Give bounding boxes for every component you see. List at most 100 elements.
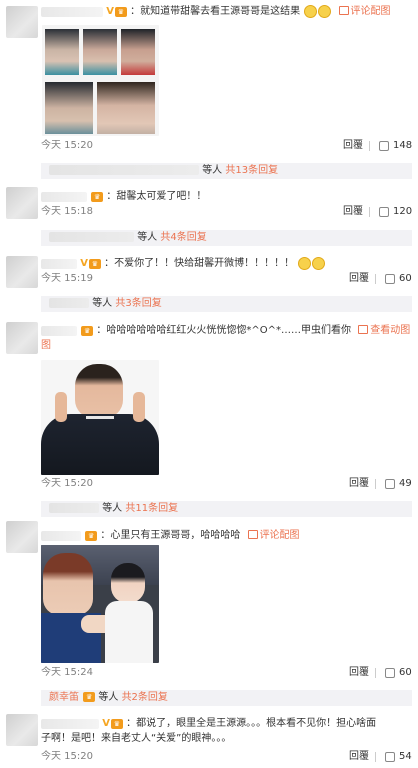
reply-user-name[interactable]: 颜幸笛 bbox=[49, 692, 79, 703]
divider bbox=[375, 668, 376, 678]
username[interactable] bbox=[41, 530, 81, 541]
username[interactable] bbox=[41, 718, 99, 729]
comment-image[interactable] bbox=[42, 25, 159, 136]
comment-meta: 今天 15:24 回覆 60 bbox=[41, 666, 412, 680]
username[interactable] bbox=[41, 191, 87, 202]
view-picture-link[interactable]: 评论配图 bbox=[338, 6, 391, 17]
comment-text: ：哈哈哈哈哈哈红红火火恍恍惚惚*^O^*……甲虫们看你 bbox=[96, 325, 352, 336]
avatar[interactable] bbox=[6, 714, 38, 746]
sub-replies-bar[interactable]: 颜幸笛 ♛ 等人 共2条回复 bbox=[41, 690, 412, 706]
timestamp: 今天 15:20 bbox=[41, 140, 93, 151]
crown-badge-icon: ♛ bbox=[110, 718, 123, 729]
comment-meta: 今天 15:18 回覆 120 bbox=[41, 205, 412, 219]
like-count: 60 bbox=[399, 273, 412, 284]
comment-body: ♛ ：哈哈哈哈哈哈红红火火恍恍惚惚*^O^*……甲虫们看你 查看动图 bbox=[41, 323, 412, 339]
divider bbox=[375, 274, 376, 284]
reply-button[interactable]: 回覆 bbox=[349, 477, 369, 491]
crown-badge-icon: ♛ bbox=[83, 692, 96, 702]
more-replies-link[interactable]: 共3条回复 bbox=[115, 298, 161, 309]
divider bbox=[375, 479, 376, 489]
comment-text: ：不爱你了！！快给甜馨开微博！！！！！ bbox=[104, 258, 295, 269]
comment-meta: 今天 15:20 回覆 49 bbox=[41, 477, 412, 491]
comment-meta: 今天 15:20 回覆 54 bbox=[41, 750, 412, 764]
picture-icon bbox=[247, 530, 258, 539]
thumbs-up-icon[interactable] bbox=[385, 668, 395, 678]
thumbs-up-icon[interactable] bbox=[379, 207, 389, 217]
sub-replies-bar[interactable]: 等人 共13条回复 bbox=[41, 163, 412, 179]
comment-body-wrap: 子啊！是吧！来自老丈人“关爱”的眼神。。。 bbox=[41, 731, 412, 747]
sub-replies-bar[interactable]: 等人 共11条回复 bbox=[41, 501, 412, 517]
comment-text: ：甜馨太可爱了吧！！ bbox=[106, 191, 207, 202]
more-replies-link[interactable]: 共11条回复 bbox=[125, 503, 178, 514]
sub-replies-bar[interactable]: 等人 共4条回复 bbox=[41, 230, 412, 246]
comment-meta: 今天 15:20 回覆 148 bbox=[41, 139, 412, 153]
sub-replies-prefix: 等人 bbox=[202, 165, 223, 176]
sub-replies-prefix: 等人 bbox=[137, 232, 158, 243]
emoji-icon bbox=[312, 257, 326, 270]
comment-body-wrap: 图 bbox=[41, 338, 412, 353]
reply-button[interactable]: 回覆 bbox=[349, 750, 369, 764]
sub-replies-bar[interactable]: 等人 共3条回复 bbox=[41, 296, 412, 312]
comment-text: ：都说了，眼里全是王源源。。。根本看不见你！担心啥面 bbox=[126, 718, 377, 729]
crown-badge-icon: ♛ bbox=[85, 530, 98, 541]
thumbs-up-icon[interactable] bbox=[379, 141, 389, 151]
crown-badge-icon: ♛ bbox=[81, 325, 94, 336]
sub-replies-prefix: 等人 bbox=[92, 298, 113, 309]
comment-text: ：心里只有王源哥哥，哈哈哈哈 bbox=[100, 530, 241, 541]
avatar[interactable] bbox=[6, 187, 38, 219]
username[interactable] bbox=[41, 325, 77, 336]
view-picture-link[interactable]: 评论配图 bbox=[247, 530, 300, 541]
timestamp: 今天 15:20 bbox=[41, 751, 93, 762]
view-gif-label-wrap[interactable]: 图 bbox=[41, 340, 51, 351]
emoji-icon bbox=[298, 257, 312, 270]
reply-users bbox=[49, 232, 134, 242]
like-count: 54 bbox=[399, 751, 412, 762]
avatar[interactable] bbox=[6, 256, 38, 288]
reply-users bbox=[49, 165, 199, 175]
view-gif-link[interactable]: 查看动图 bbox=[358, 325, 410, 336]
sub-replies-prefix: 等人 bbox=[98, 692, 119, 703]
v-vip-icon: V bbox=[106, 6, 114, 17]
avatar[interactable] bbox=[6, 521, 38, 553]
comment-meta: 今天 15:19 回覆 60 bbox=[41, 272, 412, 286]
emoji-icon bbox=[318, 5, 332, 18]
divider bbox=[369, 141, 370, 151]
avatar[interactable] bbox=[6, 322, 38, 354]
emoji-icon bbox=[304, 5, 318, 18]
more-replies-link[interactable]: 共2条回复 bbox=[122, 692, 168, 703]
timestamp: 今天 15:18 bbox=[41, 206, 93, 217]
reply-users bbox=[49, 298, 89, 308]
username[interactable] bbox=[41, 6, 103, 17]
comment-body: V ♛ ：都说了，眼里全是王源源。。。根本看不见你！担心啥面 bbox=[41, 716, 412, 732]
thumbs-up-icon[interactable] bbox=[385, 479, 395, 489]
divider bbox=[375, 752, 376, 762]
username[interactable] bbox=[41, 258, 77, 269]
more-replies-link[interactable]: 共4条回复 bbox=[160, 232, 206, 243]
thumbs-up-icon[interactable] bbox=[385, 274, 395, 284]
comment-body: V ♛ ：就知道带甜馨去看王源哥哥是这结果 评论配图 bbox=[41, 4, 412, 20]
comment-image[interactable] bbox=[41, 545, 159, 663]
reply-button[interactable]: 回覆 bbox=[343, 205, 363, 219]
comment-body: ♛ ：甜馨太可爱了吧！！ bbox=[41, 189, 412, 205]
divider bbox=[369, 207, 370, 217]
view-gif-label: 查看动图 bbox=[370, 325, 411, 336]
picture-icon bbox=[338, 6, 349, 15]
view-picture-label: 评论配图 bbox=[350, 6, 391, 17]
crown-badge-icon: ♛ bbox=[91, 191, 104, 202]
reply-button[interactable]: 回覆 bbox=[349, 272, 369, 286]
reply-button[interactable]: 回覆 bbox=[343, 139, 363, 153]
view-picture-label: 评论配图 bbox=[259, 530, 300, 541]
sub-replies-prefix: 等人 bbox=[102, 503, 123, 514]
reply-users bbox=[49, 503, 99, 513]
more-replies-link[interactable]: 共13条回复 bbox=[225, 165, 278, 176]
timestamp: 今天 15:19 bbox=[41, 273, 93, 284]
v-vip-icon: V bbox=[80, 258, 88, 269]
like-count: 49 bbox=[399, 478, 412, 489]
avatar[interactable] bbox=[6, 6, 38, 38]
picture-icon bbox=[358, 325, 369, 334]
reply-button[interactable]: 回覆 bbox=[349, 666, 369, 680]
comment-text: ：就知道带甜馨去看王源哥哥是这结果 bbox=[130, 6, 301, 17]
thumbs-up-icon[interactable] bbox=[385, 752, 395, 762]
timestamp: 今天 15:24 bbox=[41, 667, 93, 678]
comment-image[interactable] bbox=[41, 360, 159, 475]
